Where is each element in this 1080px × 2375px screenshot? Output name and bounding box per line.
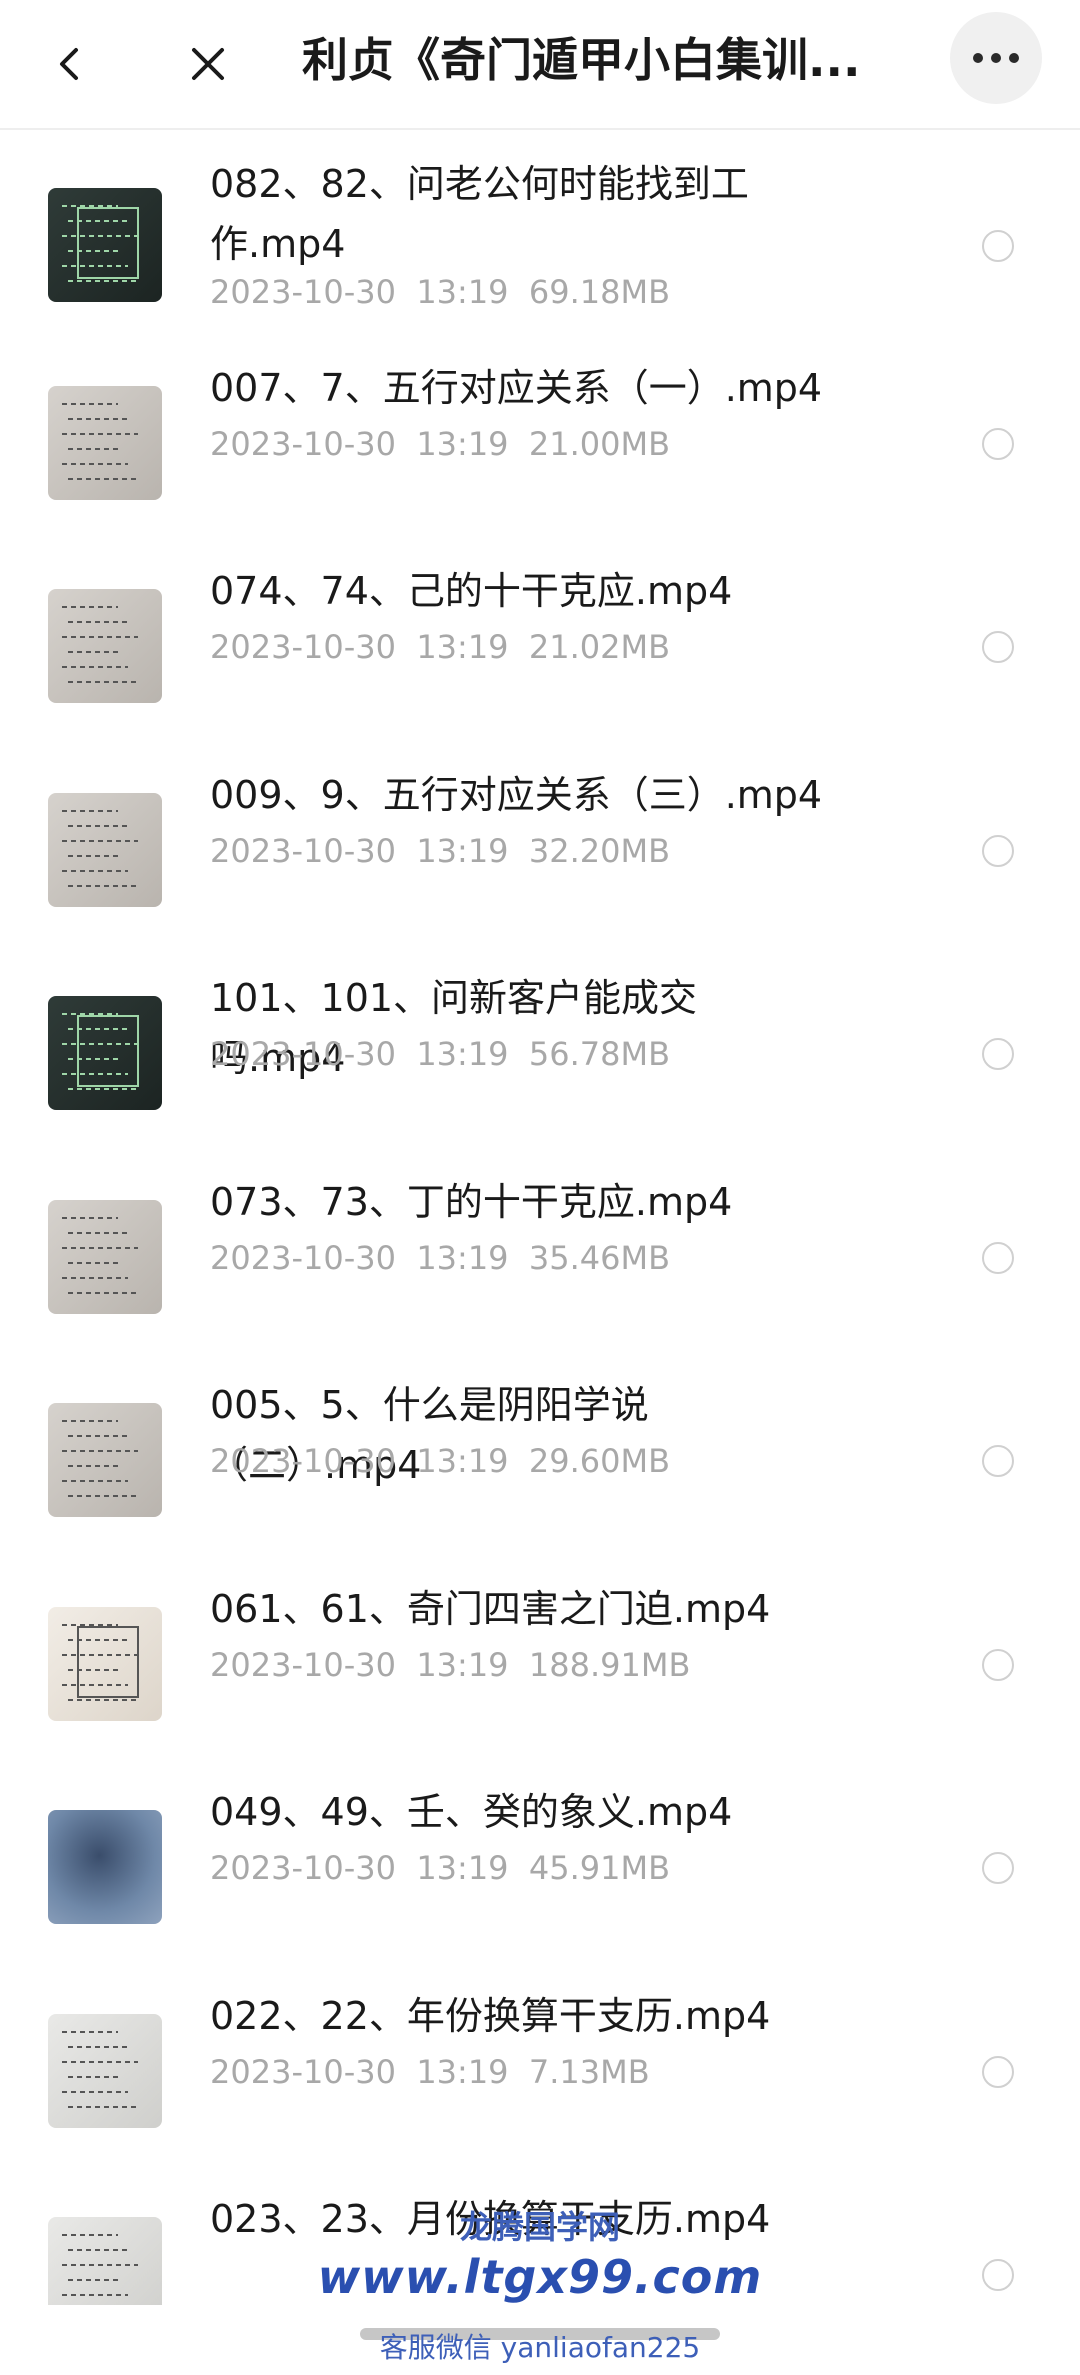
file-date: 2023-10-30 bbox=[210, 1238, 396, 1277]
page-title: 利贞《奇门遁甲小白集训... bbox=[302, 33, 861, 87]
watermark-contact: 客服微信 yanliaofan225 bbox=[379, 2331, 701, 2364]
video-thumbnail bbox=[48, 385, 162, 500]
file-row[interactable]: 074、74、己的十干克应.mp4 2023-10-30 13:19 21.02M… bbox=[0, 537, 1080, 741]
video-thumbnail bbox=[48, 188, 162, 302]
file-date: 2023-10-30 bbox=[210, 1849, 396, 1887]
video-thumbnail bbox=[48, 589, 162, 703]
file-time: 13:19 bbox=[416, 273, 509, 311]
file-time: 13:19 bbox=[416, 1849, 509, 1887]
video-thumbnail bbox=[48, 1403, 162, 1517]
file-time: 13:19 bbox=[416, 628, 509, 666]
file-list: 082、82、问老公何时能找到工作.mp4 2023-10-30 13:19 69… bbox=[0, 130, 1080, 2305]
file-date: 2023-10-30 bbox=[210, 424, 396, 463]
close-icon bbox=[192, 48, 224, 80]
file-meta: 2023-10-30 13:19 21.00MB bbox=[210, 424, 670, 464]
select-radio[interactable] bbox=[982, 1648, 1014, 1681]
file-meta: 2023-10-30 13:19 69.18MB bbox=[210, 272, 670, 312]
file-time: 13:19 bbox=[416, 1645, 509, 1684]
select-radio[interactable] bbox=[982, 1852, 1014, 1884]
file-size: 35.46MB bbox=[528, 1238, 671, 1277]
file-date: 2023-10-30 bbox=[210, 1035, 396, 1073]
file-size: 21.02MB bbox=[528, 628, 671, 666]
file-row[interactable]: 082、82、问老公何时能找到工作.mp4 2023-10-30 13:19 69… bbox=[0, 130, 1080, 350]
file-name: 009、9、五行对应关系（三）.mp4 bbox=[210, 772, 823, 817]
file-name: 074、74、己的十干克应.mp4 bbox=[210, 569, 733, 613]
file-time: 13:19 bbox=[416, 424, 509, 463]
file-size: 69.18MB bbox=[528, 273, 671, 311]
file-meta: 2023-10-30 13:19 35.46MB bbox=[210, 1238, 670, 1278]
file-meta: 2023-10-30 13:19 7.13MB bbox=[210, 2052, 650, 2092]
close-button[interactable] bbox=[168, 24, 248, 104]
file-size: 56.78MB bbox=[528, 1035, 671, 1073]
file-size: 7.13MB bbox=[528, 2052, 650, 2091]
file-row[interactable]: 022、22、年份换算干支历.mp4 2023-10-30 13:19 7.13M… bbox=[0, 1962, 1080, 2166]
file-size: 29.60MB bbox=[528, 1442, 671, 1480]
file-name: 022、22、年份换算干支历.mp4 bbox=[210, 1993, 771, 2038]
file-time: 13:19 bbox=[416, 1238, 509, 1277]
file-row[interactable]: 061、61、奇门四害之门迫.mp4 2023-10-30 13:19 188.9… bbox=[0, 1555, 1080, 1759]
chevron-left-icon bbox=[60, 48, 78, 80]
select-radio[interactable] bbox=[982, 1445, 1014, 1477]
file-name: 061、61、奇门四害之门迫.mp4 bbox=[210, 1586, 771, 1631]
file-date: 2023-10-30 bbox=[210, 2052, 396, 2091]
video-thumbnail bbox=[48, 792, 162, 907]
select-radio[interactable] bbox=[982, 2055, 1014, 2088]
file-meta: 2023-10-30 13:19 32.20MB bbox=[210, 831, 670, 871]
file-time: 13:19 bbox=[416, 2052, 509, 2091]
select-radio[interactable] bbox=[982, 631, 1014, 663]
file-name: 082、82、问老公何时能找到工作.mp4 bbox=[210, 162, 749, 266]
file-meta: 2023-10-30 13:19 29.60MB bbox=[210, 1441, 670, 1481]
file-time: 13:19 bbox=[416, 1442, 509, 1480]
file-date: 2023-10-30 bbox=[210, 831, 396, 870]
select-radio[interactable] bbox=[982, 427, 1014, 460]
file-date: 2023-10-30 bbox=[210, 273, 396, 311]
file-meta: 2023-10-30 13:19 56.78MB bbox=[210, 1034, 670, 1074]
file-time: 13:19 bbox=[416, 831, 509, 870]
file-date: 2023-10-30 bbox=[210, 628, 396, 666]
file-row[interactable]: 049、49、壬、癸的象义.mp4 2023-10-30 13:19 45.91M… bbox=[0, 1758, 1080, 1962]
file-row[interactable]: 009、9、五行对应关系（三）.mp4 2023-10-30 13:19 32.2… bbox=[0, 741, 1080, 945]
video-thumbnail bbox=[48, 1199, 162, 1314]
file-row[interactable]: 005、5、什么是阴阳学说（二）.mp4 2023-10-30 13:19 29.… bbox=[0, 1351, 1080, 1555]
file-meta: 2023-10-30 13:19 188.91MB bbox=[210, 1645, 690, 1685]
file-size: 45.91MB bbox=[528, 1849, 671, 1887]
video-thumbnail bbox=[48, 1810, 162, 1924]
file-date: 2023-10-30 bbox=[210, 1442, 396, 1480]
file-date: 2023-10-30 bbox=[210, 1645, 396, 1684]
file-name: 073、73、丁的十干克应.mp4 bbox=[210, 1179, 733, 1224]
select-radio[interactable] bbox=[982, 230, 1014, 262]
file-row[interactable]: 073、73、丁的十干克应.mp4 2023-10-30 13:19 35.46M… bbox=[0, 1148, 1080, 1352]
more-dots-icon bbox=[973, 53, 1019, 63]
watermark-url: www.ltgx99.com bbox=[317, 2250, 763, 2304]
watermark-site-name: 龙腾国学网 bbox=[459, 2208, 620, 2246]
file-size: 32.20MB bbox=[528, 831, 671, 870]
select-radio[interactable] bbox=[982, 834, 1014, 867]
file-row[interactable]: 101、101、问新客户能成交吗.mp4 2023-10-30 13:19 56.… bbox=[0, 944, 1080, 1148]
video-thumbnail bbox=[48, 1606, 162, 1721]
file-name: 007、7、五行对应关系（一）.mp4 bbox=[210, 365, 823, 410]
more-options-button[interactable] bbox=[950, 12, 1042, 104]
back-button[interactable] bbox=[30, 24, 110, 104]
file-time: 13:19 bbox=[416, 1035, 509, 1073]
file-row[interactable]: 007、7、五行对应关系（一）.mp4 2023-10-30 13:19 21.0… bbox=[0, 334, 1080, 538]
select-radio[interactable] bbox=[982, 1241, 1014, 1274]
file-meta: 2023-10-30 13:19 45.91MB bbox=[210, 1848, 670, 1888]
video-thumbnail bbox=[48, 2013, 162, 2128]
top-bar: 利贞《奇门遁甲小白集训... bbox=[0, 0, 1080, 130]
video-thumbnail bbox=[48, 996, 162, 1110]
file-size: 21.00MB bbox=[528, 424, 671, 463]
file-name: 049、49、壬、癸的象义.mp4 bbox=[210, 1790, 733, 1834]
select-radio[interactable] bbox=[982, 1038, 1014, 1070]
file-meta: 2023-10-30 13:19 21.02MB bbox=[210, 627, 670, 667]
file-size: 188.91MB bbox=[528, 1645, 691, 1684]
